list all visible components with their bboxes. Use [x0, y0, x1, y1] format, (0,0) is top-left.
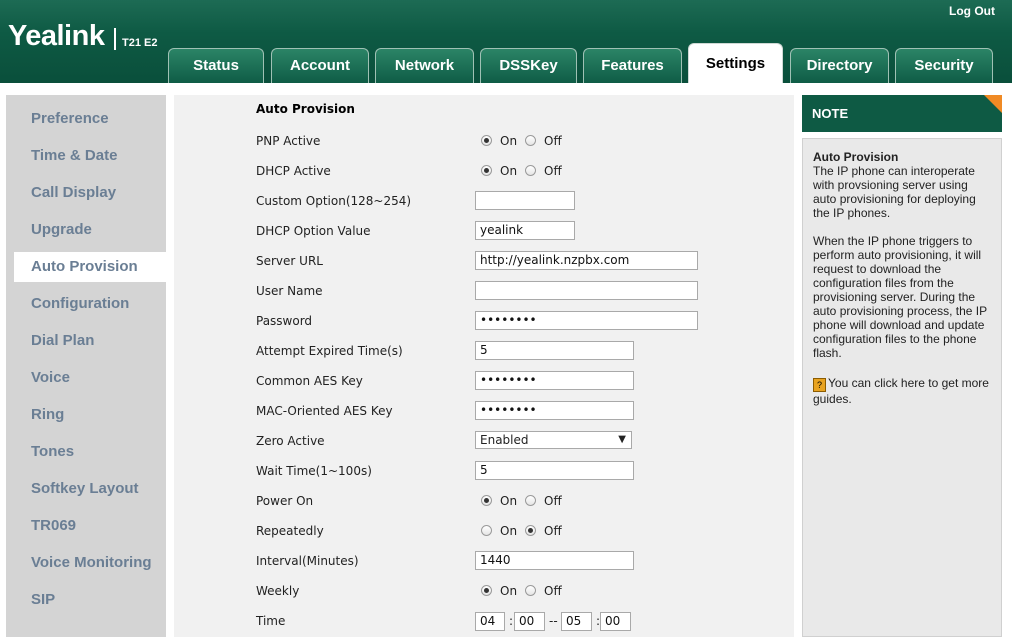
dhcp-active-on-label: On	[500, 164, 518, 178]
power-on-label: Power On	[256, 494, 314, 508]
dhcp-active-on-radio[interactable]	[481, 165, 492, 176]
dhcp-option-value-label: DHCP Option Value	[256, 224, 371, 238]
yealink-logo: Yealink	[8, 20, 105, 52]
sidebar-item-dial-plan[interactable]: Dial Plan	[31, 332, 94, 349]
sidebar-item-upgrade[interactable]: Upgrade	[31, 221, 92, 238]
wait-time-label: Wait Time(1~100s)	[256, 464, 372, 478]
help-book-icon: ?	[813, 378, 826, 392]
time-dash: --	[549, 614, 558, 628]
sidebar-item-auto-provision[interactable]: Auto Provision	[31, 258, 138, 275]
password-label: Password	[256, 314, 313, 328]
logout-link[interactable]: Log Out	[949, 4, 995, 18]
custom-option-label: Custom Option(128~254)	[256, 194, 412, 208]
sidebar-item-voice[interactable]: Voice	[31, 369, 70, 386]
tab-security[interactable]: Security	[895, 48, 993, 83]
time-start-min-input[interactable]: 00	[514, 612, 545, 631]
power-on-on-label: On	[500, 494, 518, 508]
zero-active-select[interactable]: Enabled ▼	[475, 431, 632, 449]
note-spacer	[813, 220, 991, 234]
dhcp-active-label: DHCP Active	[256, 164, 331, 178]
note-paragraph-1: The IP phone can interoperate with provs…	[813, 164, 976, 220]
tab-features[interactable]: Features	[583, 48, 682, 83]
time-colon-1: :	[509, 614, 514, 628]
top-header: Yealink T21 E2 Log Out Status Account Ne…	[0, 0, 1012, 83]
password-input[interactable]: ••••••••	[475, 311, 698, 330]
common-aes-key-label: Common AES Key	[256, 374, 363, 388]
tab-status[interactable]: Status	[168, 48, 264, 83]
section-title: Auto Provision	[256, 102, 355, 116]
interval-input[interactable]: 1440	[475, 551, 634, 570]
sidebar-item-tones[interactable]: Tones	[31, 443, 74, 460]
sidebar-item-preference[interactable]: Preference	[31, 110, 109, 127]
dhcp-active-off-radio[interactable]	[525, 165, 536, 176]
model-name: T21 E2	[122, 37, 158, 49]
sidebar-item-softkey-layout[interactable]: Softkey Layout	[31, 480, 139, 497]
weekly-on-label: On	[500, 584, 518, 598]
tab-settings[interactable]: Settings	[688, 43, 783, 83]
pnp-active-label: PNP Active	[256, 134, 321, 148]
sidebar-item-tr069[interactable]: TR069	[31, 517, 76, 534]
interval-label: Interval(Minutes)	[256, 554, 359, 568]
power-on-on-radio[interactable]	[481, 495, 492, 506]
repeatedly-off-label: Off	[544, 524, 562, 538]
sidebar-item-sip[interactable]: SIP	[31, 591, 55, 608]
attempt-expired-time-input[interactable]: 5	[475, 341, 634, 360]
weekly-label: Weekly	[256, 584, 300, 598]
repeatedly-on-label: On	[500, 524, 518, 538]
dhcp-option-value-input[interactable]: yealink	[475, 221, 575, 240]
sidebar-item-voice-monitoring[interactable]: Voice Monitoring	[31, 554, 152, 571]
time-end-min-input[interactable]: 00	[600, 612, 631, 631]
pnp-active-off-label: Off	[544, 134, 562, 148]
pnp-active-off-radio[interactable]	[525, 135, 536, 146]
repeatedly-off-radio[interactable]	[525, 525, 536, 536]
dropdown-arrow-icon: ▼	[618, 434, 626, 445]
user-name-label: User Name	[256, 284, 323, 298]
user-name-input[interactable]	[475, 281, 698, 300]
note-guide-link[interactable]: ? You can click here to get more guides.	[813, 376, 991, 406]
dhcp-active-off-label: Off	[544, 164, 562, 178]
pnp-active-on-radio[interactable]	[481, 135, 492, 146]
weekly-off-label: Off	[544, 584, 562, 598]
repeatedly-label: Repeatedly	[256, 524, 324, 538]
attempt-expired-time-label: Attempt Expired Time(s)	[256, 344, 403, 358]
sidebar-item-ring[interactable]: Ring	[31, 406, 64, 423]
mac-aes-key-input[interactable]: ••••••••	[475, 401, 634, 420]
tab-directory[interactable]: Directory	[790, 48, 889, 83]
weekly-on-radio[interactable]	[481, 585, 492, 596]
time-start-hour-input[interactable]: 04	[475, 612, 505, 631]
note-corner-icon	[984, 95, 1002, 113]
zero-active-value: Enabled	[480, 433, 529, 447]
pnp-active-on-label: On	[500, 134, 518, 148]
tab-network[interactable]: Network	[375, 48, 474, 83]
time-end-hour-input[interactable]: 05	[561, 612, 592, 631]
sidebar-item-time-date[interactable]: Time & Date	[31, 147, 117, 164]
note-paragraph-2: When the IP phone triggers to perform au…	[813, 234, 987, 360]
note-guide-text: You can click here to get more guides.	[813, 376, 989, 406]
tab-account[interactable]: Account	[271, 48, 369, 83]
sidebar-item-configuration[interactable]: Configuration	[31, 295, 129, 312]
note-header: NOTE	[802, 95, 1002, 132]
weekly-off-radio[interactable]	[525, 585, 536, 596]
server-url-label: Server URL	[256, 254, 323, 268]
logo-divider	[114, 28, 116, 50]
server-url-input[interactable]: http://yealink.nzpbx.com	[475, 251, 698, 270]
common-aes-key-input[interactable]: ••••••••	[475, 371, 634, 390]
power-on-off-radio[interactable]	[525, 495, 536, 506]
mac-aes-key-label: MAC-Oriented AES Key	[256, 404, 393, 418]
time-label: Time	[256, 614, 286, 628]
custom-option-input[interactable]	[475, 191, 575, 210]
zero-active-label: Zero Active	[256, 434, 325, 448]
note-panel: Auto Provision The IP phone can interope…	[802, 138, 1002, 637]
sidebar-item-call-display[interactable]: Call Display	[31, 184, 116, 201]
power-on-off-label: Off	[544, 494, 562, 508]
tab-dsskey[interactable]: DSSKey	[480, 48, 577, 83]
wait-time-input[interactable]: 5	[475, 461, 634, 480]
repeatedly-on-radio[interactable]	[481, 525, 492, 536]
note-title: Auto Provision	[813, 150, 899, 164]
